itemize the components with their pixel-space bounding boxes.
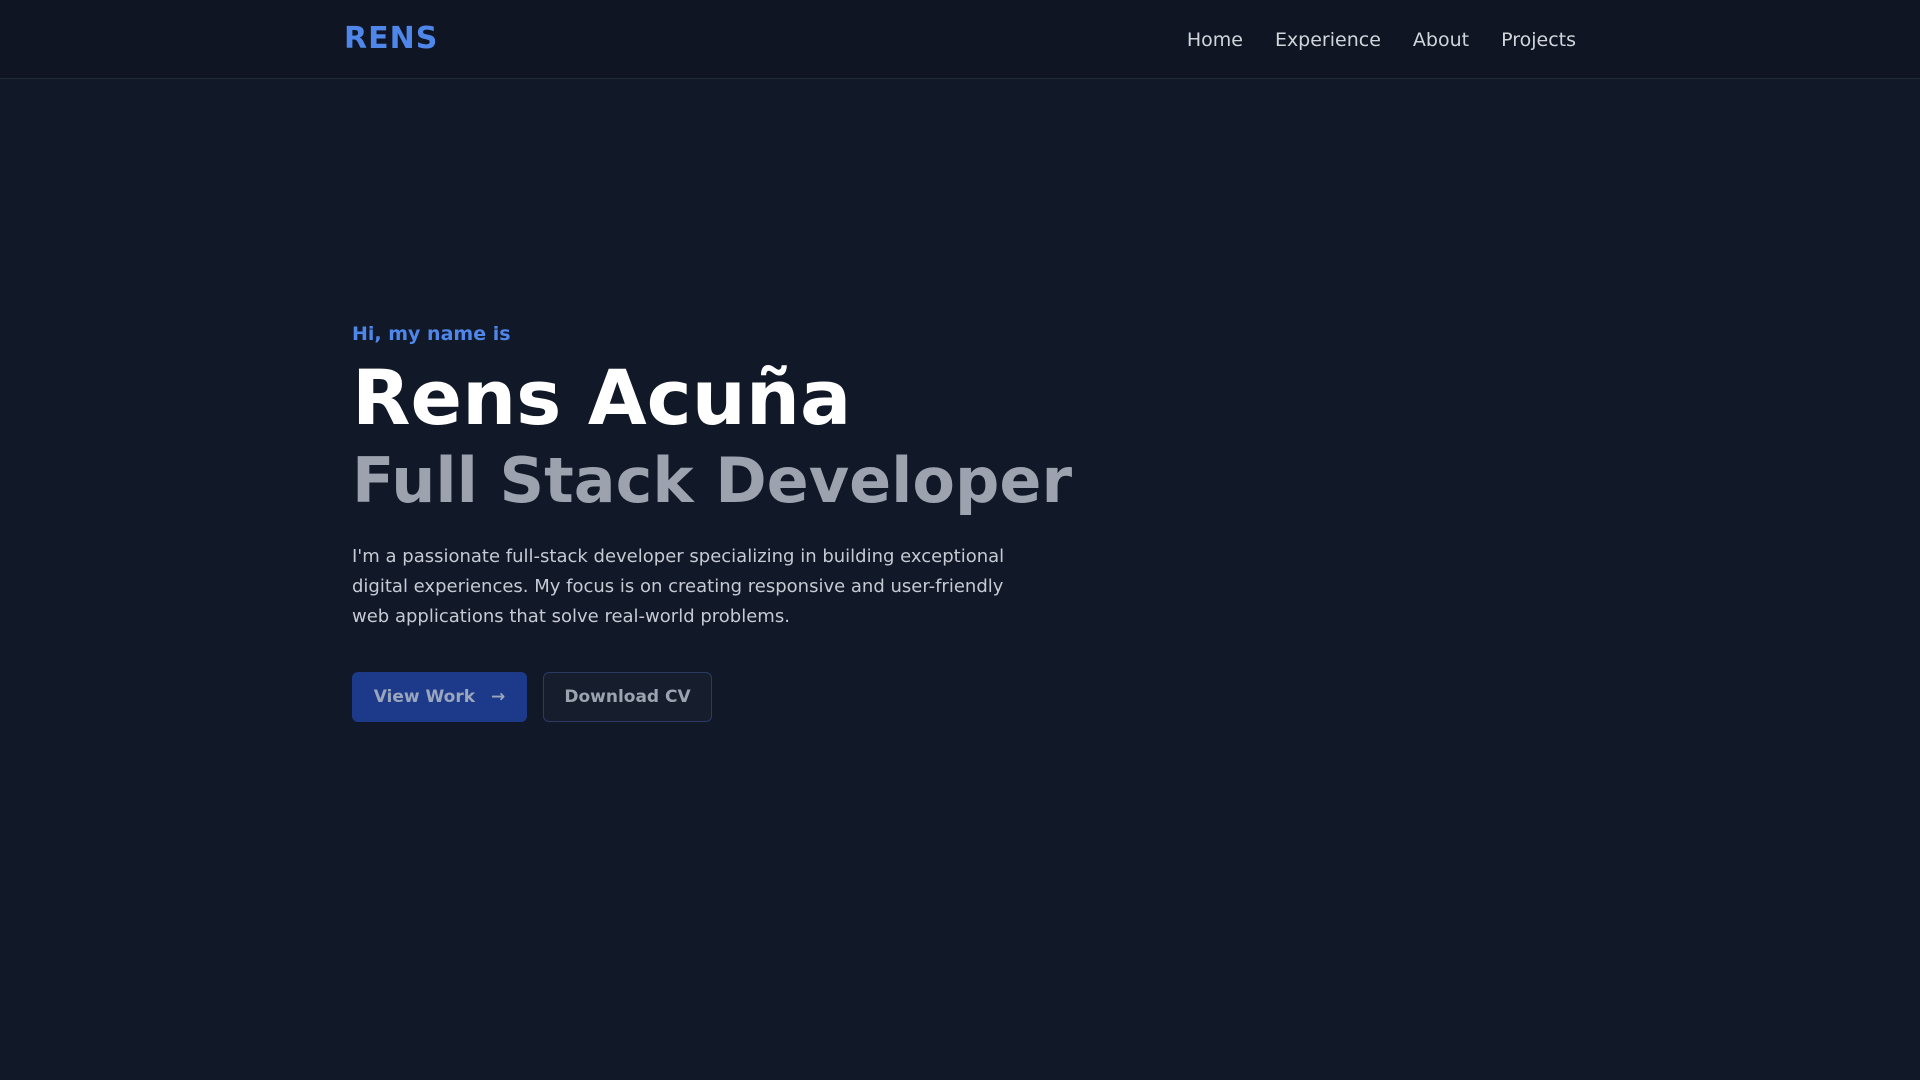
hero-section: Hi, my name is Rens Acuña Full Stack Dev…	[352, 320, 1112, 722]
download-cv-button[interactable]: Download CV	[543, 672, 712, 722]
view-work-label: View Work	[373, 687, 476, 707]
nav-link-home[interactable]: Home	[1187, 26, 1243, 54]
logo[interactable]: RENS	[344, 20, 438, 58]
view-work-button[interactable]: View Work →	[352, 672, 527, 722]
nav-link-about[interactable]: About	[1413, 26, 1469, 54]
arrow-right-icon: →	[491, 686, 506, 707]
hero-greeting: Hi, my name is	[352, 323, 511, 345]
hero-intro: I'm a passionate full-stack developer sp…	[352, 546, 1005, 627]
nav-link-projects[interactable]: Projects	[1501, 26, 1576, 54]
hero-actions: View Work → Download CV	[352, 672, 1112, 722]
hero-role: Full Stack Developer	[352, 444, 1073, 517]
nav-link-experience[interactable]: Experience	[1275, 26, 1381, 54]
hero-name: Rens Acuña	[352, 353, 852, 442]
navbar: RENS Home Experience About Projects	[0, 0, 1920, 79]
nav-links: Home Experience About Projects	[1187, 26, 1576, 54]
